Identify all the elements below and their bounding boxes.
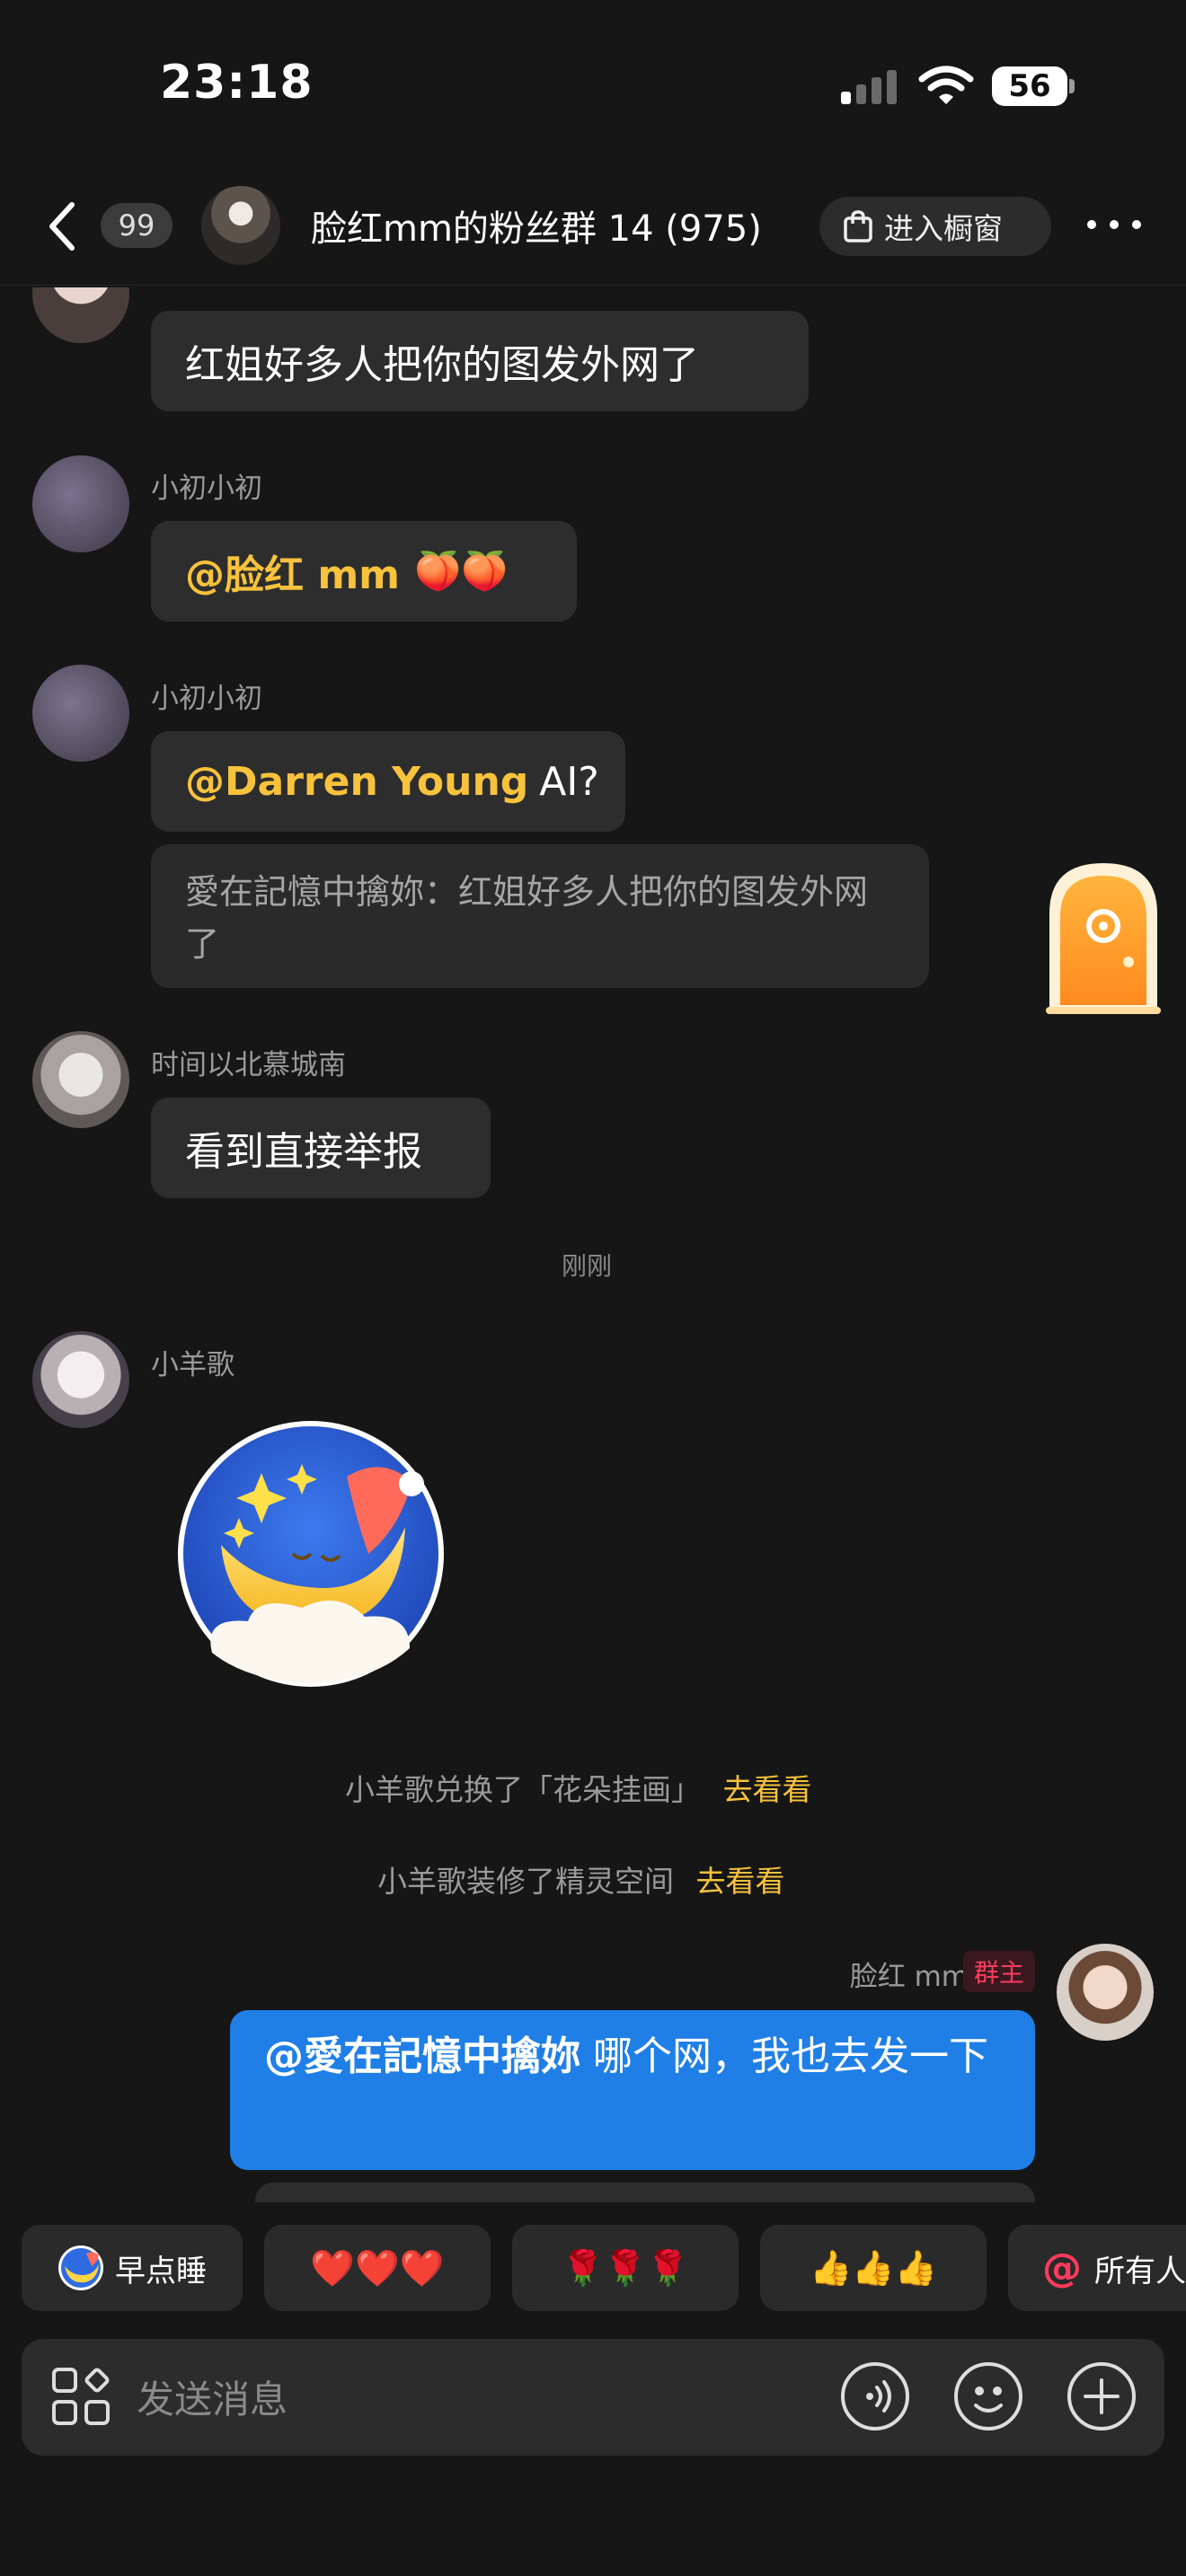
status-time: 23:18 xyxy=(160,56,314,110)
chip-label: ❤️❤️❤️ xyxy=(310,2247,445,2289)
battery-cap xyxy=(1069,79,1075,93)
at-icon: @ xyxy=(1042,2245,1082,2291)
avatar[interactable] xyxy=(32,455,129,552)
group-title[interactable]: 脸红mm的粉丝群 14 (975) xyxy=(311,199,762,251)
enter-showcase-button[interactable]: 进入橱窗 xyxy=(819,197,1051,256)
group-avatar[interactable] xyxy=(201,186,280,265)
owner-badge: 群主 xyxy=(963,1951,1035,1992)
system-notice: 小羊歌兑换了「花朵挂画」 去看看 xyxy=(345,1766,812,1809)
back-arrow-icon[interactable] xyxy=(45,199,81,253)
view-link[interactable]: 去看看 xyxy=(723,1772,812,1807)
message-bubble[interactable]: 看到直接举报 xyxy=(151,1098,491,1198)
message-input[interactable] xyxy=(135,2353,803,2445)
quick-reply-chip[interactable]: @ 所有人 xyxy=(1008,2225,1186,2311)
quick-reply-chip[interactable]: 👍👍👍 xyxy=(760,2225,987,2311)
emoji-icon[interactable] xyxy=(952,2360,1024,2432)
message-text: 红姐好多人把你的图发外网了 xyxy=(185,342,699,388)
system-notice: 小羊歌装修了精灵空间 去看看 xyxy=(377,1857,785,1901)
emoji-text: 🍑🍑 xyxy=(414,549,509,593)
mention[interactable]: @Darren Young xyxy=(185,759,528,805)
quick-reply-chip[interactable]: 🌹🌹🌹 xyxy=(512,2225,739,2311)
avatar[interactable] xyxy=(32,1031,129,1128)
avatar[interactable] xyxy=(1057,1944,1154,2041)
apps-grid-icon[interactable] xyxy=(50,2366,111,2427)
message-bubble-self[interactable]: @愛在記憶中擒妳 哪个网，我也去发一下 xyxy=(230,2010,1035,2170)
cellular-signal-icon xyxy=(841,68,898,104)
avatar[interactable] xyxy=(32,665,129,762)
moon-sticker-icon[interactable] xyxy=(176,1419,446,1689)
message-bubble[interactable]: @Darren Young AI? xyxy=(151,731,625,832)
quote-text: 愛在記憶中擒妳：红姐好多人把你的图发外网了 xyxy=(185,872,869,964)
shopping-bag-icon xyxy=(844,210,872,243)
system-text: 小羊歌兑换了「花朵挂画」 xyxy=(345,1772,701,1807)
chip-label: 🌹🌹🌹 xyxy=(562,2247,689,2288)
showcase-label: 进入橱窗 xyxy=(884,211,1003,246)
quick-reply-chip[interactable]: 早点睡 xyxy=(22,2225,243,2311)
mention[interactable]: @脸红 mm xyxy=(185,543,400,600)
door-icon[interactable] xyxy=(1042,858,1164,1016)
message-text: 哪个网，我也去发一下 xyxy=(580,2033,988,2079)
quoted-reply[interactable]: 愛在記憶中擒妳：红姐好多人把你的图发外网了 xyxy=(151,844,929,988)
unread-count-badge[interactable]: 99 xyxy=(101,203,173,248)
plus-icon[interactable] xyxy=(1066,2360,1137,2432)
moon-icon xyxy=(58,2245,103,2290)
message-text: 看到直接举报 xyxy=(185,1129,422,1175)
more-options-icon[interactable] xyxy=(1087,214,1141,235)
battery-indicator: 56 xyxy=(992,66,1067,106)
sender-name: 时间以北慕城南 xyxy=(151,1049,346,1081)
message-bubble[interactable]: @脸红 mm 🍑🍑 xyxy=(151,521,577,622)
message-bubble[interactable]: 红姐好多人把你的图发外网了 xyxy=(151,311,809,411)
avatar[interactable] xyxy=(32,1331,129,1428)
quick-reply-chip[interactable]: ❤️❤️❤️ xyxy=(264,2225,491,2311)
chip-label: 早点睡 xyxy=(115,2253,207,2289)
view-link[interactable]: 去看看 xyxy=(696,1864,785,1899)
mention[interactable]: @愛在記憶中擒妳 xyxy=(264,2033,580,2079)
system-text: 小羊歌装修了精灵空间 xyxy=(377,1864,674,1899)
sender-name: 脸红 mm xyxy=(849,1961,969,1993)
wifi-icon xyxy=(918,66,974,104)
voice-icon[interactable] xyxy=(839,2360,911,2432)
message-bubble-peek xyxy=(255,2183,1035,2204)
sender-name: 小羊歌 xyxy=(151,1349,235,1381)
message-timestamp: 刚刚 xyxy=(562,1251,613,1281)
chip-label: 👍👍👍 xyxy=(810,2247,937,2288)
chip-label: 所有人 xyxy=(1094,2253,1186,2289)
message-text: AI? xyxy=(539,758,599,805)
sender-name: 小初小初 xyxy=(151,472,262,505)
sender-name: 小初小初 xyxy=(151,683,262,715)
